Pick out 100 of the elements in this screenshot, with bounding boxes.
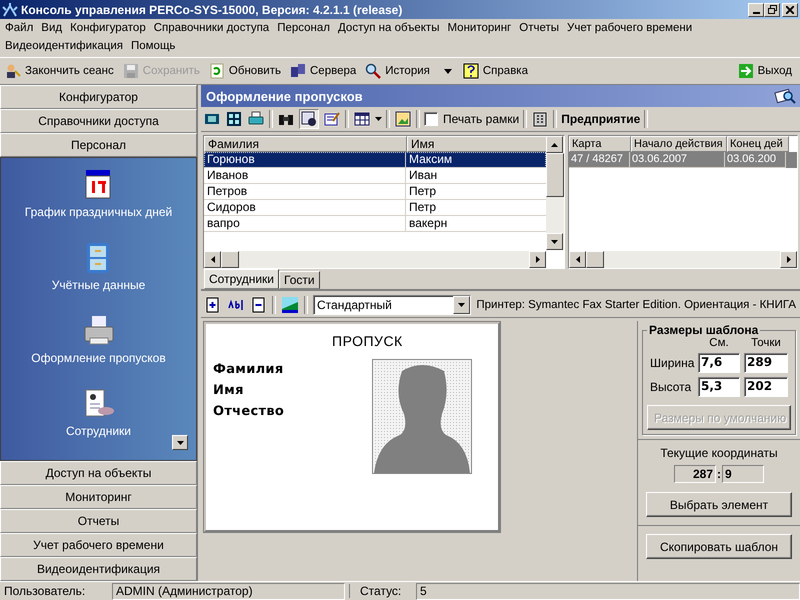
template-dropdown[interactable]: Стандартный [313, 295, 472, 315]
caret-icon [786, 256, 790, 263]
column-header[interactable]: Имя [407, 136, 546, 152]
status-label: Статус: [349, 584, 416, 598]
column-header[interactable]: Конец дей [727, 136, 789, 152]
column-header: Точки [750, 337, 782, 349]
minimize-icon [752, 12, 760, 14]
table-cell: Петров [204, 184, 406, 200]
field-label: Ширина [650, 356, 694, 370]
menu-item[interactable]: Доступ на объекты [335, 20, 444, 38]
window-title: Консоль управления PERCo-SYS-15000, Версия: 4.2.1.1 (release) [21, 2, 402, 16]
coordinates-title: Текущие координаты [660, 446, 778, 460]
sidebar-section-header[interactable]: Учет рабочего времени [0, 533, 197, 557]
menu-item[interactable]: Вид [38, 20, 68, 38]
badge-title: ПРОПУСК [332, 333, 403, 349]
sidebar-item[interactable]: Учётные данные [52, 241, 146, 292]
refresh-icon [208, 63, 225, 79]
group-title: Размеры шаблона [648, 323, 760, 337]
coordinate-y: 9 [722, 465, 764, 483]
badge-field-label: Имя [213, 383, 245, 398]
caret-icon[interactable] [375, 117, 382, 121]
sidebar-section-header[interactable]: Конфигуратор [0, 85, 197, 109]
scroll-thumb[interactable] [221, 251, 239, 268]
caret-icon [536, 256, 540, 263]
table-cell: 47 / 48267 [569, 152, 630, 168]
exit-button[interactable]: Выход [734, 61, 798, 81]
enterprise-label: Предприятие [561, 112, 640, 126]
toolbar-button[interactable]: Сервера [287, 61, 362, 81]
remove-page-icon[interactable] [251, 296, 267, 314]
table-row[interactable]: 47 / 48267 03.06.2007 03.06.200 [569, 152, 797, 168]
print-frame-checkbox[interactable]: Печать рамки [424, 112, 520, 126]
tab[interactable]: Гости [279, 271, 320, 289]
menu-item[interactable]: Конфигуратор [67, 20, 151, 38]
scroll-down-button[interactable] [172, 435, 188, 450]
toolbar-button[interactable]: Обновить [206, 61, 287, 81]
menu-item[interactable]: Файл [2, 20, 38, 38]
scroll-down-button[interactable] [546, 233, 563, 250]
copy-template-button[interactable]: Скопировать шаблон [646, 534, 792, 559]
sidebar-section-header[interactable]: Видеоидентификация [0, 557, 197, 581]
status-value: 5 [416, 582, 800, 600]
scroll-up-button[interactable] [546, 136, 563, 153]
column-header[interactable]: Фамилия [204, 136, 407, 152]
sidebar-section-header[interactable]: Мониторинг [0, 485, 197, 509]
scroll-right-button[interactable] [780, 251, 797, 268]
column-header[interactable]: Карта [569, 136, 631, 152]
tab[interactable]: Сотрудники [204, 269, 279, 289]
checkbox[interactable] [424, 112, 438, 126]
question-icon [462, 63, 479, 79]
menu-item[interactable]: Помощь [128, 38, 180, 56]
field-label: Высота [650, 380, 692, 394]
toolbar-button[interactable]: Справка [460, 61, 534, 81]
menu-item[interactable]: Видеоидентификация [2, 38, 128, 56]
caret-icon [176, 440, 184, 444]
input-field[interactable]: 5,3 [698, 377, 740, 397]
scroll-left-button[interactable] [204, 251, 221, 268]
picture-frame-icon[interactable] [394, 110, 412, 128]
input-field[interactable]: 289 [744, 353, 788, 373]
caret-icon [576, 256, 580, 263]
table-cell: Горюнов [204, 152, 406, 168]
scroll-left-button[interactable] [569, 251, 586, 268]
sidebar-item[interactable]: График праздничных дней [24, 168, 172, 219]
close-button[interactable] [782, 2, 798, 16]
toolbar-button[interactable]: История [362, 61, 436, 81]
caret-icon [551, 240, 558, 244]
add-page-icon[interactable] [205, 296, 221, 314]
scroll-right-button[interactable] [529, 251, 546, 268]
restore-button[interactable] [764, 2, 780, 16]
sidebar-section-header[interactable]: Справочники доступа [0, 109, 197, 133]
menu-item[interactable]: Мониторинг [444, 20, 516, 38]
menu-item[interactable]: Отчеты [516, 20, 564, 38]
panel-title: Оформление пропусков [206, 88, 363, 104]
scroll-thumb[interactable] [586, 251, 604, 268]
app-logo-icon [2, 2, 18, 18]
grid-icon[interactable] [225, 110, 243, 128]
landscape-image-icon[interactable] [281, 296, 299, 314]
table-cell: 03.06.200 [725, 152, 786, 168]
column-header[interactable]: Начало действия [631, 136, 727, 152]
sidebar-section-header[interactable]: Персонал [0, 133, 197, 157]
scroll-thumb[interactable] [546, 153, 564, 197]
table-row[interactable]: Горюнов Максим [204, 152, 546, 168]
edit-icon[interactable] [323, 110, 341, 128]
minimize-button[interactable] [748, 2, 764, 16]
input-field[interactable]: 7,6 [698, 353, 740, 373]
restore-icon [768, 5, 776, 14]
caret-icon [551, 142, 558, 146]
input-field[interactable]: 202 [744, 377, 788, 397]
sidebar-section-header[interactable]: Отчеты [0, 509, 197, 533]
sidebar-item[interactable]: Оформление пропусков [31, 314, 166, 365]
toolbar-button[interactable]: Закончить сеанс [2, 61, 120, 81]
table-cell: 03.06.2007 [630, 152, 725, 168]
select-element-button[interactable]: Выбрать элемент [646, 492, 792, 517]
menu-item[interactable]: Учет рабочего времени [564, 20, 698, 38]
table-icon[interactable] [353, 110, 371, 128]
sidebar-section-header[interactable]: Доступ на объекты [0, 461, 197, 485]
person-silhouette-icon [372, 359, 472, 474]
menu-item[interactable]: Персонал [274, 20, 336, 38]
magnifier-icon[interactable] [774, 87, 796, 105]
caret-icon [210, 256, 214, 263]
sidebar-item[interactable]: Сотрудники [66, 387, 131, 438]
menu-item[interactable]: Справочники доступа [150, 20, 274, 38]
